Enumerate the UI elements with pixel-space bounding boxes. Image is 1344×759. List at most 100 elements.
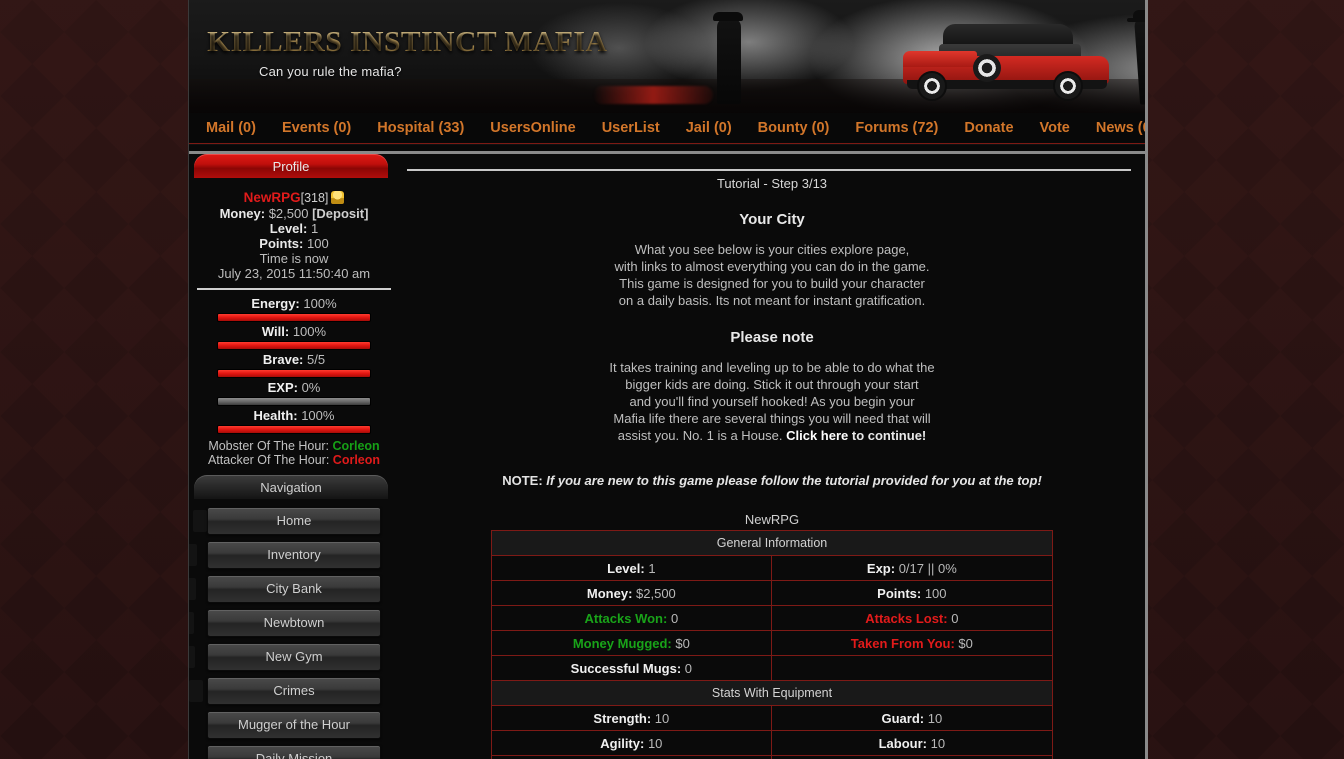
table-cell: Guard: 10 xyxy=(771,706,1052,731)
table-cell: Strength: 10 xyxy=(492,706,772,731)
table-row: Agility: 10Labour: 10 xyxy=(492,731,1053,756)
attacker-label: Attacker Of The Hour: xyxy=(208,453,329,467)
site-tagline: Can you rule the mafia? xyxy=(259,64,402,79)
profile-username[interactable]: NewRPG xyxy=(244,190,301,205)
site-banner: KILLERS INSTINCT MAFIA Can you rule the … xyxy=(189,0,1145,113)
deposit-link[interactable]: [Deposit] xyxy=(312,206,368,221)
nav-link-bounty-0[interactable]: Bounty (0) xyxy=(745,120,843,136)
top-navigation: Mail (0)Events (0)Hospital (33)UsersOnli… xyxy=(189,113,1145,144)
bar-track-energy xyxy=(217,313,371,322)
table-row: Successful Mugs: 0 xyxy=(492,656,1053,681)
mobster-label: Mobster Of The Hour: xyxy=(208,439,329,453)
nav-link-jail-0[interactable]: Jail (0) xyxy=(673,120,745,136)
table-row: Level: 1Exp: 0/17 || 0% xyxy=(492,556,1053,581)
site-brand-title: KILLERS INSTINCT MAFIA xyxy=(207,26,607,59)
tutorial-panel: Tutorial - Step 3/13 Your City What you … xyxy=(399,176,1145,488)
table-row: Money Mugged: $0Taken From You: $0 xyxy=(492,631,1053,656)
bar-label-exp: EXP: 0% xyxy=(217,380,371,395)
bar-fill-will xyxy=(218,342,370,349)
attacker-value[interactable]: Corleon xyxy=(333,453,380,467)
table-row: IQ: 10 xyxy=(492,756,1053,759)
nav-button-city-bank[interactable]: City Bank xyxy=(207,575,381,603)
table-cell: IQ: 10 xyxy=(492,756,772,759)
bar-label-brave: Brave: 5/5 xyxy=(217,352,371,367)
money-value: $2,500 xyxy=(269,206,309,221)
tutorial-paragraph-1: What you see below is your cities explor… xyxy=(399,241,1145,309)
time-label: Time is now xyxy=(189,251,399,266)
profile-rank: [318] xyxy=(301,191,329,205)
stats-with-equipment-header: Stats With Equipment xyxy=(492,681,1053,706)
nav-underline-spacer xyxy=(189,144,1145,151)
tutorial-step-label: Tutorial - Step 3/13 xyxy=(399,176,1145,191)
note-text: If you are new to this game please follo… xyxy=(546,473,1042,488)
nav-button-home[interactable]: Home xyxy=(207,507,381,535)
tutorial-note: NOTE: If you are new to this game please… xyxy=(399,473,1145,488)
table-cell: Attacks Lost: 0 xyxy=(771,606,1052,631)
nav-button-daily-mission[interactable]: Daily Mission xyxy=(207,745,381,759)
table-row: Money: $2,500Points: 100 xyxy=(492,581,1053,606)
navigation-buttons: Home Inventory City Bank Newbtown New Gym Cri… xyxy=(189,499,399,759)
level-label: Level: xyxy=(270,221,308,236)
content-top-rule xyxy=(407,169,1131,171)
table-cell: Points: 100 xyxy=(771,581,1052,606)
table-cell: Money Mugged: $0 xyxy=(492,631,772,656)
bar-track-health xyxy=(217,425,371,434)
time-value: July 23, 2015 11:50:40 am xyxy=(189,266,399,281)
nav-link-donate[interactable]: Donate xyxy=(951,120,1026,136)
table-cell: Exp: 0/17 || 0% xyxy=(771,556,1052,581)
banner-figure-left-hat xyxy=(713,12,743,21)
vintage-car-illustration xyxy=(895,24,1127,100)
trophy-icon xyxy=(331,191,344,204)
nav-button-mugger-of-the-hour[interactable]: Mugger of the Hour xyxy=(207,711,381,739)
mobster-value[interactable]: Corleon xyxy=(332,439,379,453)
profile-panel-tab[interactable]: Profile xyxy=(194,154,388,178)
bar-track-brave xyxy=(217,369,371,378)
table-cell: Money: $2,500 xyxy=(492,581,772,606)
nav-button-inventory[interactable]: Inventory xyxy=(207,541,381,569)
nav-button-new-gym[interactable]: New Gym xyxy=(207,643,381,671)
nav-link-mail-0[interactable]: Mail (0) xyxy=(193,120,269,136)
bar-label-energy: Energy: 100% xyxy=(217,296,371,311)
level-value: 1 xyxy=(311,221,318,236)
table-cell: Labour: 10 xyxy=(771,731,1052,756)
tutorial-continue-tail: to continue! xyxy=(848,428,926,443)
note-prefix: NOTE: xyxy=(502,473,546,488)
bar-fill-health xyxy=(218,426,370,433)
banner-figure-right-brim xyxy=(1127,18,1145,22)
profile-points-row: Points: 100 xyxy=(189,236,399,251)
mobster-of-the-hour: Mobster Of The Hour: Corleon xyxy=(189,439,399,453)
nav-link-vote[interactable]: Vote xyxy=(1027,120,1083,136)
page-columns: Profile NewRPG[318] Money: $2,500 [Depos… xyxy=(189,154,1145,759)
page-wrapper: KILLERS INSTINCT MAFIA Can you rule the … xyxy=(188,0,1148,759)
nav-link-hospital-33[interactable]: Hospital (33) xyxy=(364,120,477,136)
navigation-panel-tab[interactable]: Navigation xyxy=(194,475,388,499)
sidebar: Profile NewRPG[318] Money: $2,500 [Depos… xyxy=(189,154,399,759)
table-cell: Taken From You: $0 xyxy=(771,631,1052,656)
bar-fill-exp xyxy=(218,398,370,405)
bar-label-will: Will: 100% xyxy=(217,324,371,339)
nav-button-crimes[interactable]: Crimes xyxy=(207,677,381,705)
tutorial-paragraph-2: It takes training and leveling up to be … xyxy=(399,359,1145,444)
bar-fill-brave xyxy=(218,370,370,377)
attacker-of-the-hour: Attacker Of The Hour: Corleon xyxy=(189,453,399,467)
points-label: Points: xyxy=(259,236,303,251)
bar-label-health: Health: 100% xyxy=(217,408,371,423)
nav-link-news-0[interactable]: News (0) xyxy=(1083,120,1148,136)
tutorial-continue-link[interactable]: Click here xyxy=(786,428,848,443)
nav-link-events-0[interactable]: Events (0) xyxy=(269,120,364,136)
nav-button-newbtown[interactable]: Newbtown xyxy=(207,609,381,637)
nav-link-forums-72[interactable]: Forums (72) xyxy=(842,120,951,136)
nav-link-userlist[interactable]: UserList xyxy=(589,120,673,136)
banner-figure-left xyxy=(717,18,741,104)
profile-money-row: Money: $2,500 [Deposit] xyxy=(189,206,399,221)
stat-bars: Energy: 100% Will: 100% Brave: 5/5 EXP: 0% H… xyxy=(189,296,399,434)
table-row: Strength: 10Guard: 10 xyxy=(492,706,1053,731)
table-section-header: Stats With Equipment xyxy=(492,681,1053,706)
table-cell xyxy=(771,756,1052,759)
table-section-header: General Information xyxy=(492,531,1053,556)
nav-link-usersonline[interactable]: UsersOnline xyxy=(477,120,588,136)
table-cell: Successful Mugs: 0 xyxy=(492,656,772,681)
profile-identity: NewRPG[318] xyxy=(189,190,399,206)
bar-track-will xyxy=(217,341,371,350)
table-row: Attacks Won: 0Attacks Lost: 0 xyxy=(492,606,1053,631)
